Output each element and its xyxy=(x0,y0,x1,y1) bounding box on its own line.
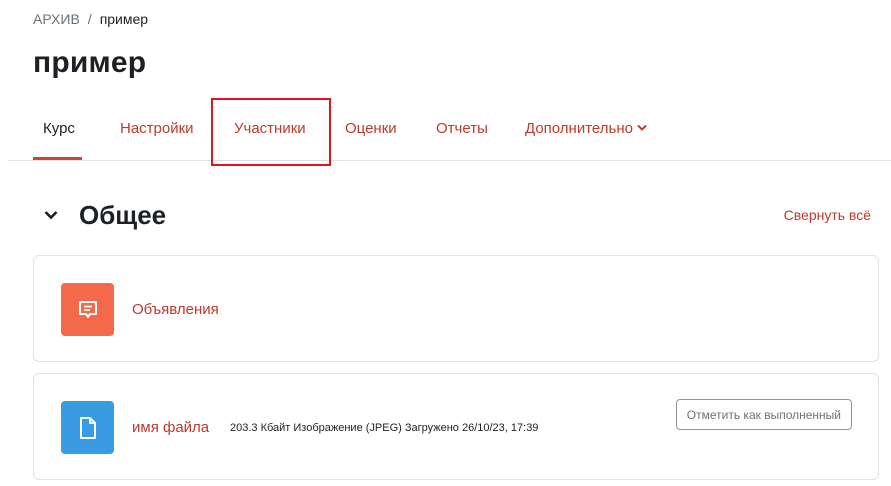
breadcrumb-current[interactable]: пример xyxy=(100,11,148,27)
tab-settings-label: Настройки xyxy=(120,120,194,137)
section-collapse-toggle[interactable] xyxy=(40,205,62,227)
tab-participants[interactable]: Участники xyxy=(234,100,306,158)
forum-icon xyxy=(61,283,114,336)
activity-item-forum: Объявления xyxy=(33,255,879,362)
tab-more-label: Дополнительно xyxy=(525,120,633,137)
file-details: 203.3 Кбайт Изображение (JPEG) Загружено… xyxy=(230,422,539,434)
activity-link-file[interactable]: имя файла xyxy=(132,419,209,436)
page-title: пример xyxy=(33,46,147,79)
breadcrumb-archive-link[interactable]: АРХИВ xyxy=(33,11,80,27)
course-page: АРХИВ / пример пример Курс Настройки Уча… xyxy=(0,0,891,486)
breadcrumb-separator: / xyxy=(87,11,92,27)
course-nav-tabs: Курс Настройки Участники Оценки Отчеты Д… xyxy=(8,100,891,161)
tab-grades-label: Оценки xyxy=(345,120,397,137)
tab-participants-label: Участники xyxy=(234,120,306,137)
chevron-down-icon xyxy=(44,207,58,225)
section-title: Общее xyxy=(79,200,167,230)
tab-reports-label: Отчеты xyxy=(436,120,488,137)
activity-link-announcements[interactable]: Объявления xyxy=(132,301,219,318)
section-header: Общее xyxy=(40,200,166,231)
activity-item-file: имя файла 203.3 Кбайт Изображение (JPEG)… xyxy=(33,373,879,480)
tab-more[interactable]: Дополнительно xyxy=(525,100,647,158)
collapse-all-link[interactable]: Свернуть всё xyxy=(784,207,871,223)
tab-course-label: Курс xyxy=(43,120,75,137)
chevron-down-icon xyxy=(637,100,647,158)
file-icon xyxy=(61,401,114,454)
tab-course[interactable]: Курс xyxy=(33,100,82,160)
tab-reports[interactable]: Отчеты xyxy=(436,100,488,158)
tab-grades[interactable]: Оценки xyxy=(345,100,397,158)
tab-settings[interactable]: Настройки xyxy=(120,100,194,158)
mark-as-done-button[interactable]: Отметить как выполненный xyxy=(675,399,852,430)
breadcrumb: АРХИВ / пример xyxy=(33,11,148,27)
